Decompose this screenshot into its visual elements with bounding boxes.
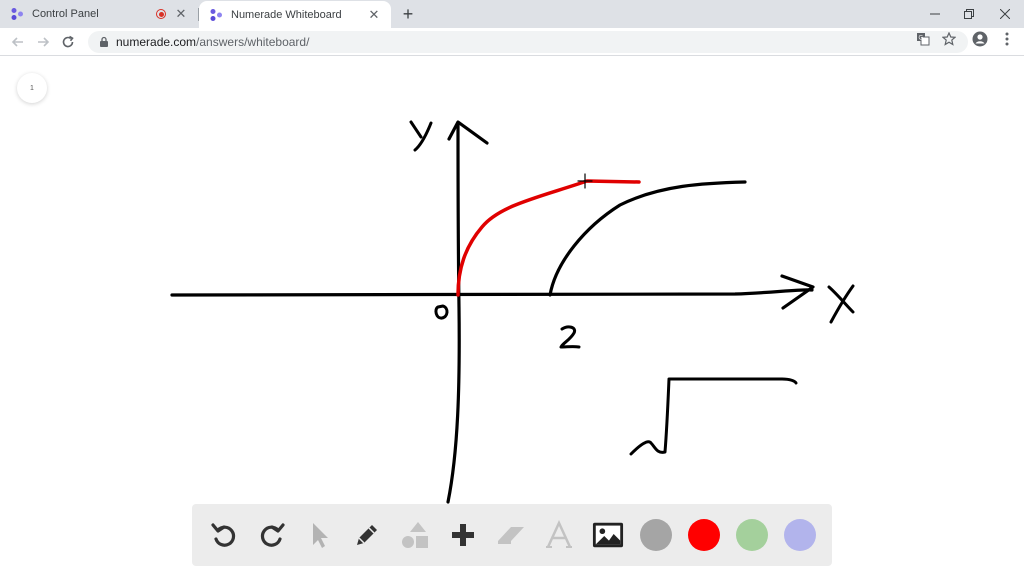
color-green-swatch[interactable] (736, 519, 768, 551)
browser-menu-icon[interactable] (999, 31, 1015, 47)
color-gray-swatch[interactable] (640, 519, 672, 551)
y-label-stroke (409, 120, 433, 152)
tab-strip: Control Panel ✕ Numerade Whiteboard ✕ + (0, 0, 1024, 28)
numerade-favicon-icon (209, 8, 223, 22)
zero-label-stroke (434, 304, 449, 320)
redo-icon[interactable] (256, 519, 288, 551)
color-red-swatch[interactable] (688, 519, 720, 551)
shapes-icon[interactable] (399, 519, 431, 551)
close-tab-icon[interactable]: ✕ (367, 7, 381, 22)
original-curve-stroke (456, 179, 641, 297)
close-tab-icon[interactable]: ✕ (174, 7, 188, 21)
image-icon[interactable] (592, 519, 624, 551)
plus-icon[interactable] (447, 519, 479, 551)
x-axis-stroke (170, 288, 814, 297)
reload-icon[interactable] (58, 32, 78, 52)
y-axis-stroke (446, 121, 461, 504)
url-domain: numerade.com (116, 35, 197, 49)
address-bar[interactable]: numerade.com/answers/whiteboard/ (88, 31, 968, 53)
minimize-icon[interactable] (918, 0, 952, 28)
whiteboard-canvas[interactable]: 1 (0, 57, 1024, 576)
browser-toolbar: numerade.com/answers/whiteboard/ G (0, 28, 1024, 56)
radical-sign-stroke (629, 377, 798, 456)
new-tab-button[interactable]: + (398, 4, 418, 24)
color-lavender-swatch[interactable] (784, 519, 816, 551)
pen-cursor-icon (577, 173, 593, 189)
lock-icon (100, 36, 108, 47)
close-window-icon[interactable] (988, 0, 1022, 28)
url-path: /answers/whiteboard/ (196, 35, 310, 49)
shifted-curve-stroke (548, 180, 747, 297)
y-axis-arrowhead (447, 120, 489, 145)
tab-control-panel[interactable]: Control Panel ✕ (0, 0, 198, 28)
whiteboard-toolbar (192, 504, 832, 566)
drawing-layer (170, 120, 855, 504)
account-avatar-icon[interactable] (972, 31, 988, 47)
tab-title: Numerade Whiteboard (231, 8, 342, 21)
recording-indicator-icon (156, 9, 166, 19)
two-label-stroke (559, 325, 581, 349)
numerade-favicon-icon (10, 7, 24, 21)
forward-arrow-icon[interactable] (33, 32, 53, 52)
tab-numerade-whiteboard[interactable]: Numerade Whiteboard ✕ (199, 1, 391, 28)
eraser-icon[interactable] (495, 519, 527, 551)
svg-text:G: G (919, 36, 924, 42)
pointer-icon[interactable] (303, 519, 335, 551)
tab-title: Control Panel (32, 8, 99, 20)
text-icon[interactable] (543, 519, 575, 551)
x-label-stroke (827, 284, 855, 324)
translate-icon[interactable]: G (915, 31, 931, 47)
back-arrow-icon[interactable] (8, 32, 28, 52)
url-text: numerade.com/answers/whiteboard/ (116, 35, 309, 49)
bookmark-star-icon[interactable] (941, 31, 957, 47)
pencil-icon[interactable] (351, 519, 383, 551)
undo-icon[interactable] (208, 519, 240, 551)
restore-icon[interactable] (952, 0, 986, 28)
